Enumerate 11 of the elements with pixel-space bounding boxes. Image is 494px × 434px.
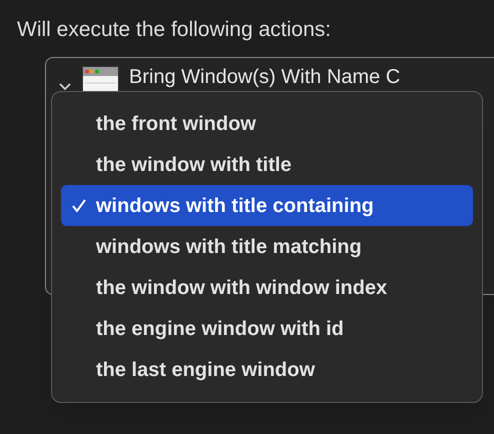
menu-item[interactable]: the last engine window bbox=[61, 349, 473, 390]
menu-item[interactable]: windows with title matching bbox=[61, 226, 473, 267]
menu-item[interactable]: the front window bbox=[61, 103, 473, 144]
chevron-icon[interactable] bbox=[58, 82, 72, 92]
menu-item[interactable]: windows with title containing bbox=[61, 185, 473, 226]
action-title: Bring Window(s) With Name C bbox=[129, 66, 400, 88]
menu-item[interactable]: the window with window index bbox=[61, 267, 473, 308]
heading: Will execute the following actions: bbox=[17, 17, 331, 43]
checkmark-icon bbox=[70, 198, 86, 214]
menu-item[interactable]: the window with title bbox=[61, 144, 473, 185]
menu-item[interactable]: the engine window with id bbox=[61, 308, 473, 349]
